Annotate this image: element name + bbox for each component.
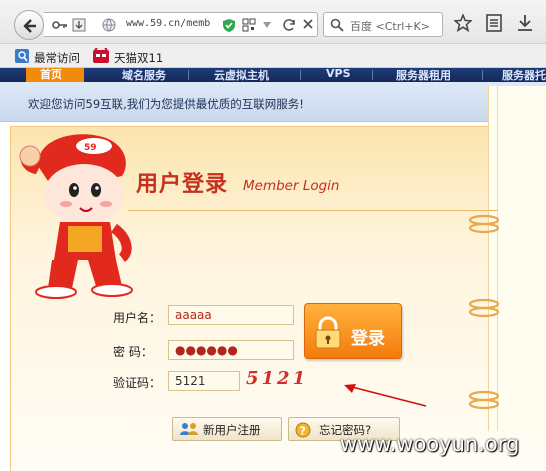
captcha-field[interactable]: 5121: [168, 371, 240, 391]
password-field[interactable]: ●●●●●●: [168, 340, 294, 360]
key-icon: [52, 21, 67, 29]
reading-list-icon[interactable]: [486, 14, 502, 32]
nav-divider: [300, 70, 301, 80]
captcha-image[interactable]: 5121: [246, 368, 308, 389]
mascot-illustration: 59: [19, 134, 133, 299]
bookmark-tmall[interactable]: 天猫双11: [92, 47, 164, 67]
qrcode-icon[interactable]: [242, 18, 256, 32]
welcome-text: 欢迎您访问59互联,我们为您提供最优质的互联网服务!: [28, 97, 304, 111]
nav-divider: [482, 70, 483, 80]
welcome-banner: 欢迎您访问59互联,我们为您提供最优质的互联网服务!: [0, 82, 546, 122]
bookmark-icon: [14, 48, 30, 67]
nav-item-domain[interactable]: 域名服务: [122, 68, 166, 82]
nav-item-server-rent[interactable]: 服务器租用: [396, 68, 451, 82]
url-text: www.59.cn/memb: [126, 18, 211, 29]
tmall-icon: [92, 47, 110, 67]
login-button[interactable]: 登录: [304, 303, 402, 359]
nav-item-vps[interactable]: VPS: [326, 68, 351, 80]
nav-item-server-hosting[interactable]: 服务器托: [502, 68, 546, 82]
nav-home[interactable]: 首页: [26, 68, 84, 82]
globe-icon: [102, 18, 116, 32]
download-icon: [72, 18, 86, 32]
bookmark-label: 最常访问: [34, 50, 80, 65]
dropdown-icon[interactable]: [262, 21, 272, 29]
watermark: www.wooyun.org: [340, 432, 520, 456]
captcha-label: 验证码：: [113, 376, 162, 390]
bookmark-label: 天猫双11: [114, 50, 164, 65]
lock-icon: [315, 316, 341, 349]
browser-toolbar: www.59.cn/memb 百度 <Ctrl+K>: [0, 0, 546, 44]
download-arrow-icon[interactable]: [516, 14, 534, 32]
shield-icon[interactable]: [222, 18, 236, 33]
bookmark-most-visited[interactable]: 最常访问: [14, 48, 80, 67]
login-title-english: Member Login: [243, 178, 340, 194]
search-icon: [330, 18, 344, 32]
search-input[interactable]: 百度 <Ctrl+K>: [323, 12, 443, 37]
site-nav: 首页 域名服务 云虚拟主机 VPS 服务器租用 服务器托: [0, 68, 546, 82]
help-icon: ?: [295, 422, 311, 438]
register-label: 新用户注册: [203, 423, 261, 437]
back-arrow-icon: [23, 19, 36, 33]
title-divider: [128, 210, 498, 211]
nav-item-cloud-host[interactable]: 云虚拟主机: [214, 68, 269, 82]
star-icon[interactable]: [454, 14, 472, 32]
nav-divider: [372, 70, 373, 80]
svg-text:?: ?: [300, 425, 306, 438]
url-bar[interactable]: www.59.cn/memb: [44, 12, 318, 37]
users-icon: [180, 423, 198, 435]
svg-text:59: 59: [84, 143, 97, 153]
annotation-arrow-icon: [344, 384, 427, 407]
close-icon[interactable]: [302, 18, 314, 30]
username-label: 用户名：: [113, 311, 162, 325]
login-button-label: 登录: [351, 329, 385, 349]
nav-divider: [188, 70, 189, 80]
refresh-icon[interactable]: [282, 18, 296, 32]
nav-home-label: 首页: [40, 68, 62, 81]
register-button[interactable]: 新用户注册: [172, 417, 282, 441]
back-button[interactable]: [14, 10, 44, 40]
bookmarks-bar: 最常访问 天猫双11: [0, 44, 546, 68]
search-placeholder: 百度 <Ctrl+K>: [350, 20, 430, 33]
login-title: 用户登录: [136, 172, 229, 197]
username-field[interactable]: aaaaa: [168, 305, 294, 325]
password-label: 密 码：: [113, 345, 153, 359]
